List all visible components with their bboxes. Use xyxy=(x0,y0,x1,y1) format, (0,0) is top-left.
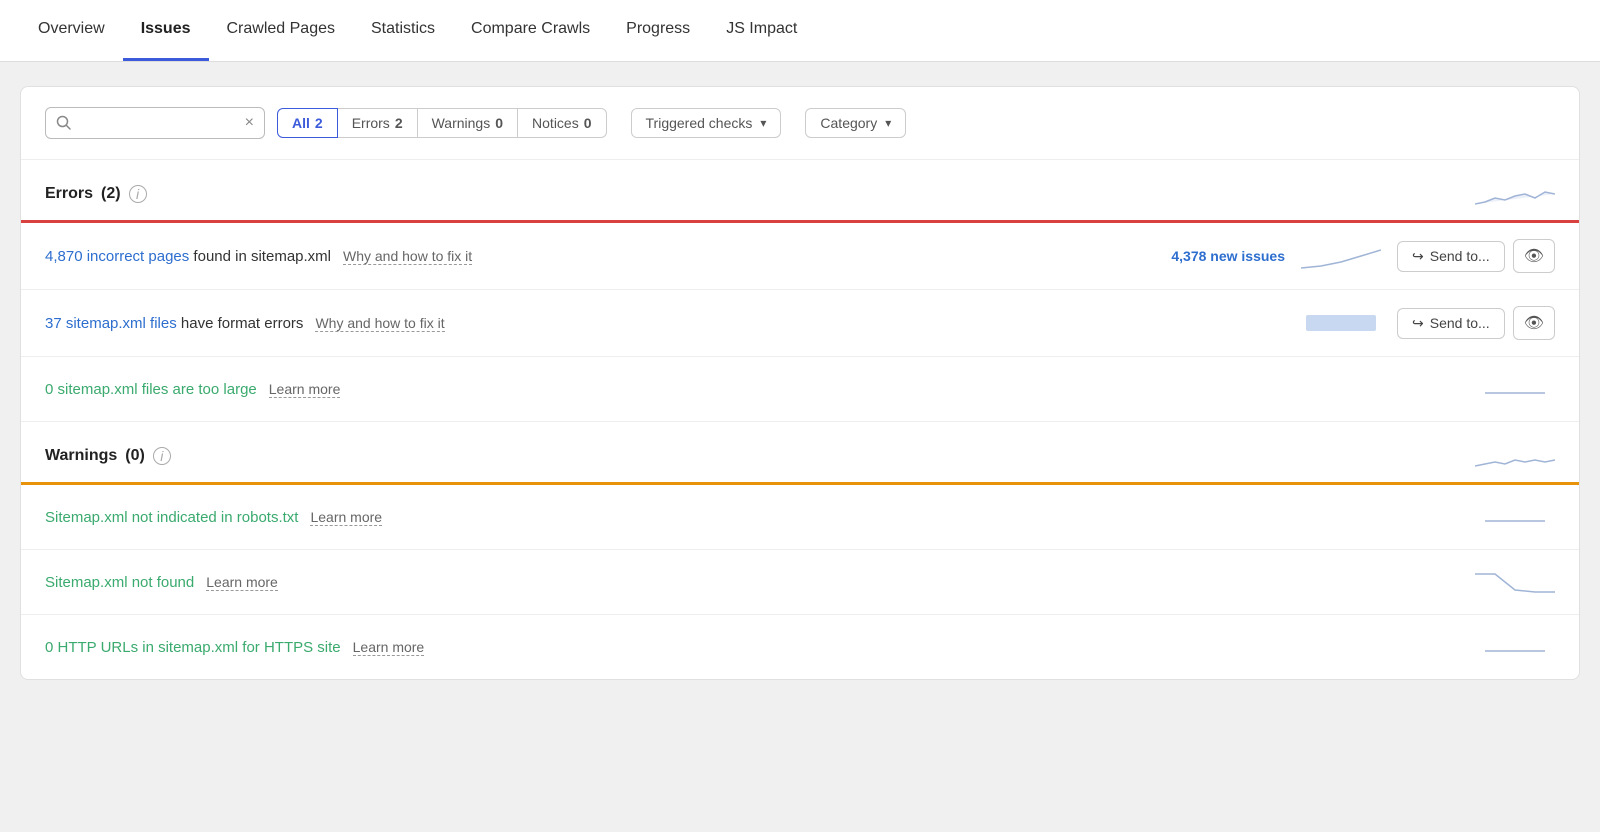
search-clear-button[interactable]: × xyxy=(245,114,254,132)
errors-sparkline-chart xyxy=(1475,176,1555,212)
warnings-title: Warnings (0) i xyxy=(45,447,171,465)
nav-progress[interactable]: Progress xyxy=(608,0,708,61)
warning-3-sparkline xyxy=(1475,631,1555,663)
forward-icon: ↪ xyxy=(1412,315,1424,332)
filter-tab-notices[interactable]: Notices 0 xyxy=(518,108,606,138)
nav-statistics[interactable]: Statistics xyxy=(353,0,453,61)
error-row-1: 4,870 incorrect pages found in sitemap.x… xyxy=(21,223,1579,290)
warning-row-2: Sitemap.xml not found Learn more xyxy=(21,550,1579,615)
category-dropdown[interactable]: Category ▾ xyxy=(805,108,906,138)
filter-bar: sitemap × All 2 Errors 2 Warnings 0 Noti… xyxy=(21,87,1579,160)
filter-tab-warnings[interactable]: Warnings 0 xyxy=(418,108,518,138)
search-box[interactable]: sitemap × xyxy=(45,107,265,139)
error-2-actions: ↪ Send to... 👁 xyxy=(1397,306,1555,340)
error-1-eye-button[interactable]: 👁 xyxy=(1513,239,1555,273)
warning-2-learn-more[interactable]: Learn more xyxy=(206,574,278,591)
error-2-sparkline xyxy=(1301,307,1381,339)
issues-card: sitemap × All 2 Errors 2 Warnings 0 Noti… xyxy=(20,86,1580,680)
error-3-text: 0 sitemap.xml files are too large Learn … xyxy=(45,381,1459,398)
error-2-eye-button[interactable]: 👁 xyxy=(1513,306,1555,340)
error-1-new-issues: 4,378 new issues xyxy=(1171,248,1285,264)
error-row-3: 0 sitemap.xml files are too large Learn … xyxy=(21,357,1579,422)
nav-js-impact[interactable]: JS Impact xyxy=(708,0,815,61)
error-3-sparkline xyxy=(1475,373,1555,405)
warning-3-learn-more[interactable]: Learn more xyxy=(353,639,425,656)
nav-overview[interactable]: Overview xyxy=(20,0,123,61)
error-2-send-to-button[interactable]: ↪ Send to... xyxy=(1397,308,1505,339)
forward-icon: ↪ xyxy=(1412,248,1424,265)
error-1-why-fix[interactable]: Why and how to fix it xyxy=(343,248,472,265)
chevron-down-icon: ▾ xyxy=(885,116,891,130)
error-row-2: 37 sitemap.xml files have format errors … xyxy=(21,290,1579,357)
error-2-text: 37 sitemap.xml files have format errors … xyxy=(45,315,1285,332)
warning-1-sparkline xyxy=(1475,501,1555,533)
warning-3-text: 0 HTTP URLs in sitemap.xml for HTTPS sit… xyxy=(45,639,1459,656)
nav-crawled-pages[interactable]: Crawled Pages xyxy=(209,0,354,61)
warnings-info-icon[interactable]: i xyxy=(153,447,171,465)
top-navigation: Overview Issues Crawled Pages Statistics… xyxy=(0,0,1600,62)
errors-info-icon[interactable]: i xyxy=(129,185,147,203)
error-2-why-fix[interactable]: Why and how to fix it xyxy=(315,315,444,332)
filter-tab-errors[interactable]: Errors 2 xyxy=(338,108,418,138)
error-1-text: 4,870 incorrect pages found in sitemap.x… xyxy=(45,248,1155,265)
errors-title: Errors (2) i xyxy=(45,185,147,203)
triggered-checks-dropdown[interactable]: Triggered checks ▾ xyxy=(631,108,782,138)
warning-2-sparkline xyxy=(1475,566,1555,598)
warning-1-text: Sitemap.xml not indicated in robots.txt … xyxy=(45,509,1459,526)
error-1-link[interactable]: 4,870 incorrect pages xyxy=(45,248,189,265)
warnings-section-header: Warnings (0) i xyxy=(21,422,1579,482)
error-1-sparkline xyxy=(1301,240,1381,272)
warnings-sparkline-chart xyxy=(1475,438,1555,474)
nav-compare-crawls[interactable]: Compare Crawls xyxy=(453,0,608,61)
main-content: sitemap × All 2 Errors 2 Warnings 0 Noti… xyxy=(0,62,1600,704)
search-icon xyxy=(56,115,72,131)
filter-tabs: All 2 Errors 2 Warnings 0 Notices 0 xyxy=(277,108,607,138)
filter-tab-all[interactable]: All 2 xyxy=(277,108,338,138)
eye-icon: 👁 xyxy=(1524,313,1544,333)
warning-row-1: Sitemap.xml not indicated in robots.txt … xyxy=(21,485,1579,550)
error-1-send-to-button[interactable]: ↪ Send to... xyxy=(1397,241,1505,272)
error-1-actions: ↪ Send to... 👁 xyxy=(1397,239,1555,273)
warning-row-3: 0 HTTP URLs in sitemap.xml for HTTPS sit… xyxy=(21,615,1579,679)
eye-icon: 👁 xyxy=(1524,246,1544,266)
error-3-learn-more[interactable]: Learn more xyxy=(269,381,341,398)
error-2-link[interactable]: 37 sitemap.xml files xyxy=(45,315,177,332)
chevron-down-icon: ▾ xyxy=(760,116,766,130)
nav-issues[interactable]: Issues xyxy=(123,0,209,61)
errors-section-header: Errors (2) i xyxy=(21,160,1579,220)
search-input[interactable]: sitemap xyxy=(80,115,237,132)
warning-2-text: Sitemap.xml not found Learn more xyxy=(45,574,1459,591)
warning-1-learn-more[interactable]: Learn more xyxy=(310,509,382,526)
